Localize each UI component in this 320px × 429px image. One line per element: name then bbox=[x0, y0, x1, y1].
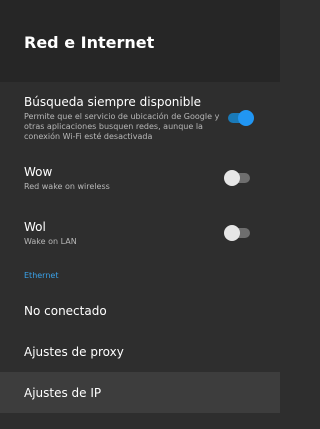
wol-toggle[interactable] bbox=[224, 225, 250, 241]
toggle-knob bbox=[238, 110, 254, 126]
setting-wow[interactable]: Wow Red wake on wireless bbox=[0, 160, 280, 215]
proxy-settings-item[interactable]: Ajustes de proxy bbox=[0, 331, 280, 372]
ethernet-section-header: Ethernet bbox=[0, 270, 280, 290]
settings-list: Búsqueda siempre disponible Permite que … bbox=[0, 82, 280, 413]
toggle-knob bbox=[224, 170, 240, 186]
setting-always-search[interactable]: Búsqueda siempre disponible Permite que … bbox=[0, 82, 280, 160]
ip-settings-item[interactable]: Ajustes de IP bbox=[0, 372, 280, 413]
wow-toggle[interactable] bbox=[224, 170, 250, 186]
toggle-knob bbox=[224, 225, 240, 241]
always-search-toggle[interactable] bbox=[228, 110, 254, 126]
proxy-settings-label: Ajustes de proxy bbox=[24, 344, 124, 359]
ethernet-status-item[interactable]: No conectado bbox=[0, 290, 280, 331]
ip-settings-label: Ajustes de IP bbox=[24, 385, 102, 400]
setting-always-search-title: Búsqueda siempre disponible bbox=[24, 95, 202, 109]
setting-wol[interactable]: Wol Wake on LAN bbox=[0, 215, 280, 270]
setting-wol-title: Wol bbox=[24, 220, 46, 234]
ethernet-status-label: No conectado bbox=[24, 303, 107, 318]
ethernet-section-label: Ethernet bbox=[24, 271, 59, 280]
setting-wow-subtitle: Red wake on wireless bbox=[24, 182, 110, 191]
header: Red e Internet bbox=[0, 0, 280, 82]
setting-always-search-subtitle: Permite que el servicio de ubicación de … bbox=[24, 112, 220, 141]
page-title: Red e Internet bbox=[24, 33, 155, 52]
setting-wol-subtitle: Wake on LAN bbox=[24, 237, 77, 246]
setting-wow-title: Wow bbox=[24, 165, 53, 179]
